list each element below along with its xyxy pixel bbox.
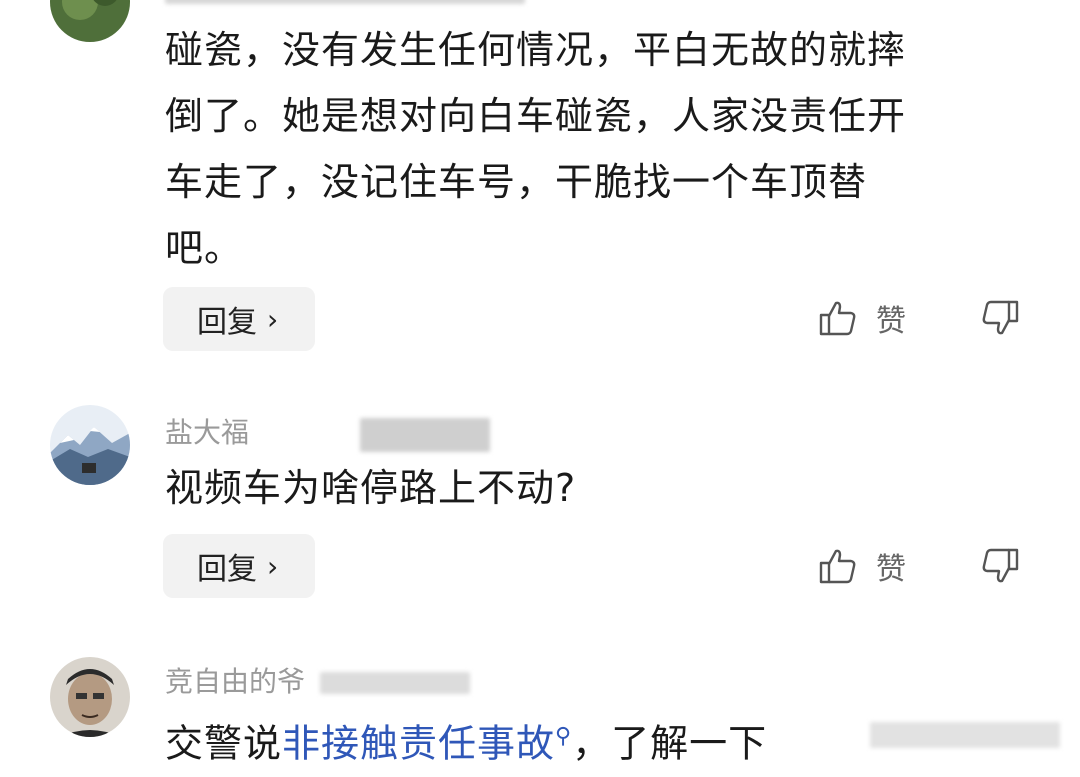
username-redacted bbox=[320, 672, 470, 694]
comment-text: 视频车为啥停路上不动? bbox=[165, 466, 577, 510]
thumbs-down-icon bbox=[980, 546, 1020, 586]
dislike-button[interactable] bbox=[980, 546, 1020, 586]
comment-text-before: 交警说 bbox=[165, 721, 283, 766]
chevron-right-icon: › bbox=[267, 549, 279, 583]
comment-line: 倒了。她是想对向白车碰瓷，人家没责任开 bbox=[165, 94, 907, 138]
username-redacted bbox=[360, 418, 490, 452]
comment-text-after: ，了解一下 bbox=[572, 721, 768, 766]
reply-label: 回复 bbox=[197, 552, 257, 587]
chevron-right-icon: › bbox=[267, 302, 279, 336]
reply-button[interactable]: 回复 › bbox=[163, 287, 315, 351]
reply-button[interactable]: 回复 › bbox=[163, 534, 315, 598]
like-button[interactable]: 赞 bbox=[818, 296, 906, 340]
thumbs-up-icon bbox=[818, 546, 858, 586]
thumbs-down-icon bbox=[980, 298, 1020, 338]
username-redacted bbox=[165, 0, 525, 4]
like-label: 赞 bbox=[876, 304, 906, 339]
comment-line: 车走了，没记住车号，干脆找一个车顶替 bbox=[165, 160, 868, 204]
comment-line: 碰瓷，没有发生任何情况，平白无故的就摔 bbox=[165, 28, 907, 72]
dislike-button[interactable] bbox=[980, 298, 1020, 338]
reply-label: 回复 bbox=[197, 305, 257, 340]
username[interactable]: 盐大福 bbox=[165, 411, 249, 451]
like-button[interactable]: 赞 bbox=[818, 544, 906, 588]
username[interactable]: 竞自由的爷 bbox=[165, 660, 305, 700]
avatar[interactable] bbox=[50, 0, 130, 42]
search-icon[interactable]: ⚲ bbox=[555, 724, 572, 749]
keyword-link[interactable]: 非接触责任事故 bbox=[282, 722, 555, 766]
avatar[interactable] bbox=[50, 657, 130, 737]
comment-text: 碰瓷，没有发生任何情况，平白无故的就摔 倒了。她是想对向白车碰瓷，人家没责任开 … bbox=[165, 17, 1015, 281]
thumbs-up-icon bbox=[818, 298, 858, 338]
comment-line: 吧。 bbox=[165, 226, 244, 270]
like-label: 赞 bbox=[876, 552, 906, 587]
avatar[interactable] bbox=[50, 405, 130, 485]
watermark-redacted bbox=[870, 722, 1060, 748]
